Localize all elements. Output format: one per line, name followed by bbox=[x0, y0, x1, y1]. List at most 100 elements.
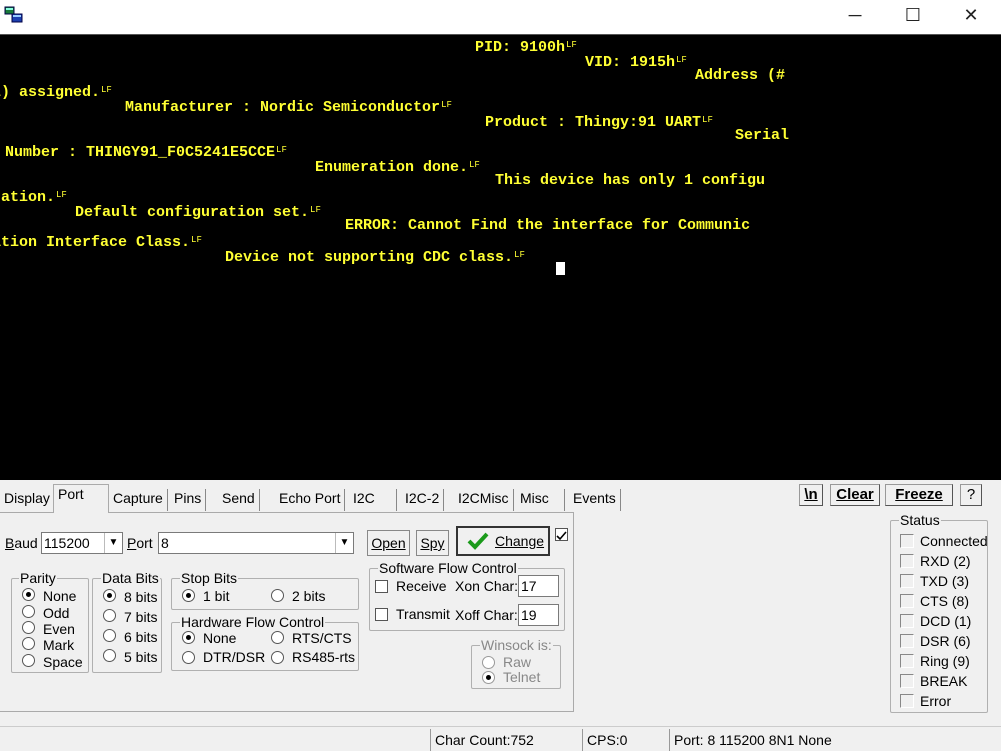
clear-button[interactable]: Clear bbox=[830, 484, 880, 506]
parity-none-radio[interactable] bbox=[22, 588, 35, 601]
stop-bits-option-label: 2 bits bbox=[292, 588, 325, 604]
minimize-button[interactable]: ─ bbox=[826, 0, 884, 30]
terminal-line: Number : THINGY91_F0C5241E5CCELF bbox=[0, 143, 287, 160]
terminal-line: ration.LF bbox=[0, 188, 67, 205]
winsock-option-label: Telnet bbox=[503, 669, 540, 685]
parity-legend: Parity bbox=[19, 570, 57, 586]
hw-flow-dtr-dsr-radio[interactable] bbox=[182, 651, 195, 664]
status-item-label: Error bbox=[920, 693, 951, 709]
hardware-flow-legend: Hardware Flow Control bbox=[180, 614, 325, 630]
status-indicator bbox=[900, 614, 914, 628]
winsock-raw-radio[interactable] bbox=[482, 656, 495, 669]
chevron-down-icon[interactable]: ▼ bbox=[335, 533, 353, 553]
tab-misc[interactable]: Misc bbox=[516, 489, 565, 511]
status-item-label: TXD (3) bbox=[920, 573, 969, 589]
data-bits-legend: Data Bits bbox=[101, 570, 160, 586]
stop-bits-group: Stop Bits bbox=[171, 578, 359, 610]
parity-option-label: None bbox=[43, 588, 76, 604]
winsock-legend: Winsock is: bbox=[480, 637, 553, 653]
hw-flow-option-label: RTS/CTS bbox=[292, 630, 352, 646]
hw-flow-rts-cts-radio[interactable] bbox=[271, 631, 284, 644]
status-item-label: Ring (9) bbox=[920, 653, 970, 669]
parity-mark-radio[interactable] bbox=[22, 637, 35, 650]
transmit-label: Transmit bbox=[396, 606, 450, 622]
char-count: Char Count:752 bbox=[430, 729, 578, 751]
newline-button[interactable]: \n bbox=[799, 484, 823, 506]
parity-option-label: Mark bbox=[43, 637, 74, 653]
tab-echo-port[interactable]: Echo Port bbox=[275, 489, 345, 511]
status-item-label: DSR (6) bbox=[920, 633, 971, 649]
status-indicator bbox=[900, 694, 914, 708]
data-bits-6-radio[interactable] bbox=[103, 629, 116, 642]
tab-i2c-2[interactable]: I2C-2 bbox=[401, 489, 444, 511]
chevron-down-icon[interactable]: ▼ bbox=[104, 533, 122, 553]
status-indicator bbox=[900, 634, 914, 648]
status-item-label: BREAK bbox=[920, 673, 967, 689]
parity-odd-radio[interactable] bbox=[22, 605, 35, 618]
tab-i2c[interactable]: I2C bbox=[349, 489, 397, 511]
terminal-line: 1) assigned.LF bbox=[0, 83, 112, 100]
data-bits-option-label: 6 bits bbox=[124, 629, 157, 645]
status-indicator bbox=[900, 594, 914, 608]
receive-label: Receive bbox=[396, 578, 447, 594]
xon-char-label: Xon Char: bbox=[455, 578, 518, 594]
terminal-line: Enumeration done.LF bbox=[315, 158, 480, 175]
data-bits-8-radio[interactable] bbox=[103, 589, 116, 602]
spy-button[interactable]: Spy bbox=[416, 530, 449, 556]
status-item-label: CTS (8) bbox=[920, 593, 969, 609]
xoff-char-input[interactable]: 19 bbox=[518, 604, 559, 626]
stop-bits-2-radio[interactable] bbox=[271, 589, 284, 602]
data-bits-7-radio[interactable] bbox=[103, 609, 116, 622]
terminal-line: ERROR: Cannot Find the interface for Com… bbox=[345, 218, 750, 233]
terminal-line: Serial bbox=[735, 128, 789, 143]
freeze-button[interactable]: Freeze bbox=[885, 484, 953, 506]
checkmark-icon bbox=[556, 531, 567, 542]
cps-readout: CPS:0 bbox=[582, 729, 666, 751]
tab-send[interactable]: Send bbox=[218, 489, 260, 511]
status-indicator bbox=[900, 674, 914, 688]
tab-port[interactable]: Port bbox=[53, 484, 109, 513]
terminal-output[interactable]: PID: 9100hLF VID: 1915hLF Address (# 1) … bbox=[0, 34, 1001, 480]
tab-bar: Display Port Capture Pins Send Echo Port… bbox=[0, 481, 1001, 513]
tab-i2cmisc[interactable]: I2CMisc bbox=[454, 489, 514, 511]
data-bits-option-label: 8 bits bbox=[124, 589, 157, 605]
port-select[interactable]: 8 ▼ bbox=[158, 532, 354, 554]
app-icon bbox=[4, 6, 24, 24]
hw-flow-none-radio[interactable] bbox=[182, 631, 195, 644]
tab-display[interactable]: Display bbox=[0, 489, 55, 511]
receive-checkbox[interactable] bbox=[375, 580, 388, 593]
tab-events[interactable]: Events bbox=[569, 489, 621, 511]
software-flow-legend: Software Flow Control bbox=[378, 560, 518, 576]
hw-flow-rs485-radio[interactable] bbox=[271, 651, 284, 664]
terminal-line: Default configuration set.LF bbox=[75, 203, 321, 220]
transmit-checkbox[interactable] bbox=[375, 608, 388, 621]
winsock-telnet-radio[interactable] bbox=[482, 671, 495, 684]
terminal-line: ation Interface Class.LF bbox=[0, 233, 202, 250]
status-item-label: RXD (2) bbox=[920, 553, 971, 569]
status-legend: Status bbox=[899, 512, 941, 528]
terminal-line: PID: 9100hLF bbox=[475, 38, 577, 55]
parity-option-label: Even bbox=[43, 621, 75, 637]
open-button[interactable]: Open bbox=[367, 530, 410, 556]
hw-flow-option-label: DTR/DSR bbox=[203, 649, 265, 665]
maximize-button[interactable]: ☐ bbox=[884, 0, 942, 30]
tab-capture[interactable]: Capture bbox=[109, 489, 168, 511]
status-indicator bbox=[900, 554, 914, 568]
xon-char-input[interactable]: 17 bbox=[518, 575, 559, 597]
port-info: Port: 8 115200 8N1 None bbox=[669, 729, 1001, 751]
data-bits-option-label: 5 bits bbox=[124, 649, 157, 665]
help-button[interactable]: ? bbox=[960, 484, 982, 506]
baud-select[interactable]: 115200 ▼ bbox=[41, 532, 123, 554]
change-auto-checkbox[interactable] bbox=[555, 528, 568, 541]
data-bits-5-radio[interactable] bbox=[103, 649, 116, 662]
close-button[interactable]: ✕ bbox=[942, 0, 1000, 30]
checkmark-icon bbox=[467, 532, 489, 550]
winsock-option-label: Raw bbox=[503, 654, 531, 670]
terminal-line: This device has only 1 configu bbox=[495, 173, 765, 188]
change-button[interactable]: Change bbox=[456, 526, 550, 556]
tab-pins[interactable]: Pins bbox=[170, 489, 206, 511]
stop-bits-1-radio[interactable] bbox=[182, 589, 195, 602]
status-item-label: DCD (1) bbox=[920, 613, 971, 629]
parity-space-radio[interactable] bbox=[22, 654, 35, 667]
parity-even-radio[interactable] bbox=[22, 621, 35, 634]
